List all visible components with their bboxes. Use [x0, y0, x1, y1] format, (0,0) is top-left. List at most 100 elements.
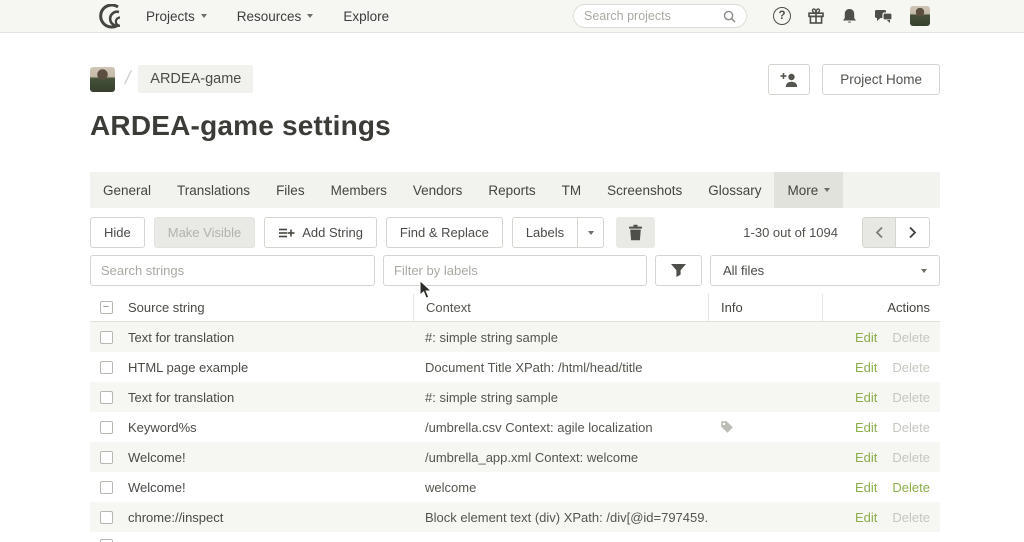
projects-search-input[interactable] [584, 9, 723, 23]
labels-dropdown-button[interactable] [578, 217, 604, 248]
source-string[interactable]: Welcome! [122, 480, 413, 495]
user-avatar[interactable] [910, 6, 930, 26]
row-checkbox[interactable] [100, 421, 113, 434]
tab-reports[interactable]: Reports [475, 172, 548, 208]
nav-explore[interactable]: Explore [343, 9, 389, 24]
label-tag-icon [720, 420, 734, 434]
search-strings-input[interactable] [90, 255, 375, 286]
pager [862, 217, 930, 248]
nav-projects-label: Projects [146, 9, 195, 24]
file-filter-value: All files [723, 263, 764, 278]
nav-resources[interactable]: Resources [237, 9, 314, 24]
make-visible-button[interactable]: Make Visible [154, 217, 255, 248]
tab-tm[interactable]: TM [549, 172, 595, 208]
crowdin-logo-icon[interactable] [88, 4, 124, 29]
messages-button[interactable] [874, 8, 893, 25]
breadcrumb-separator: / [123, 68, 133, 90]
col-actions: Actions [822, 294, 940, 322]
edit-link[interactable]: Edit [855, 420, 877, 435]
row-checkbox[interactable] [100, 481, 113, 494]
table-row: Text for translation #: simple string sa… [90, 322, 940, 352]
table-row: Welcome! /umbrella_app.xml Context: welc… [90, 442, 940, 472]
filter-labels-input[interactable] [383, 255, 647, 286]
nav-explore-label: Explore [343, 9, 389, 24]
tab-screenshots[interactable]: Screenshots [594, 172, 695, 208]
col-info[interactable]: Info [708, 294, 822, 322]
string-context: #: simple string sample [413, 390, 708, 405]
string-info [708, 420, 822, 434]
delete-link[interactable]: Delete [892, 390, 930, 405]
delete-link[interactable]: Delete [892, 510, 930, 525]
table-row: HTML page example Document Title XPath: … [90, 352, 940, 382]
strings-filters: All files [90, 255, 940, 286]
table-row-partial [90, 532, 940, 542]
gift-button[interactable] [807, 7, 825, 25]
col-source-string[interactable]: Source string [122, 300, 413, 315]
edit-link[interactable]: Edit [855, 330, 877, 345]
tab-translations[interactable]: Translations [164, 172, 263, 208]
edit-link[interactable]: Edit [855, 480, 877, 495]
delete-link[interactable]: Delete [892, 450, 930, 465]
notifications-button[interactable] [841, 7, 858, 25]
labels-button[interactable]: Labels [512, 217, 578, 248]
tab-general[interactable]: General [90, 172, 164, 208]
source-string[interactable]: Text for translation [122, 330, 413, 345]
edit-link[interactable]: Edit [855, 360, 877, 375]
project-owner-avatar[interactable] [90, 67, 115, 92]
messages-icon [874, 8, 893, 25]
delete-link[interactable]: Delete [892, 480, 930, 495]
advanced-filter-button[interactable] [655, 255, 702, 286]
add-string-button[interactable]: Add String [264, 217, 377, 248]
source-string[interactable]: HTML page example [122, 360, 413, 375]
string-context: /umbrella.csv Context: agile localizatio… [413, 420, 708, 435]
string-context: /umbrella_app.xml Context: welcome [413, 450, 708, 465]
prev-page-button[interactable] [862, 217, 896, 248]
row-checkbox[interactable] [100, 391, 113, 404]
find-replace-button[interactable]: Find & Replace [386, 217, 503, 248]
string-context: Document Title XPath: /html/head/title [413, 360, 708, 375]
trash-icon [628, 224, 643, 241]
delete-link[interactable]: Delete [892, 360, 930, 375]
labels-split-button: Labels [512, 217, 604, 248]
source-string[interactable]: Keyword%s [122, 420, 413, 435]
delete-link[interactable]: Delete [892, 420, 930, 435]
tab-vendors[interactable]: Vendors [400, 172, 476, 208]
source-string[interactable]: Welcome! [122, 450, 413, 465]
col-context[interactable]: Context [413, 294, 708, 322]
row-checkbox[interactable] [100, 361, 113, 374]
breadcrumb-project[interactable]: ARDEA-game [138, 65, 253, 93]
page-title: ARDEA-game settings [90, 110, 391, 142]
edit-link[interactable]: Edit [855, 510, 877, 525]
search-icon [723, 10, 736, 23]
source-string[interactable]: chrome://inspect [122, 510, 413, 525]
tab-more[interactable]: More [774, 172, 843, 208]
table-header: − Source string Context Info Actions [90, 294, 940, 322]
row-checkbox[interactable] [100, 331, 113, 344]
project-home-button[interactable]: Project Home [822, 64, 940, 95]
table-row: Text for translation #: simple string sa… [90, 382, 940, 412]
delete-strings-button[interactable] [616, 217, 655, 248]
row-checkbox[interactable] [100, 451, 113, 464]
tab-glossary[interactable]: Glossary [695, 172, 774, 208]
tab-members[interactable]: Members [318, 172, 400, 208]
delete-link[interactable]: Delete [892, 330, 930, 345]
table-row: Welcome! welcome EditDelete [90, 472, 940, 502]
nav-projects[interactable]: Projects [146, 9, 207, 24]
strings-table: − Source string Context Info Actions Tex… [90, 294, 940, 542]
edit-link[interactable]: Edit [855, 450, 877, 465]
tab-files[interactable]: Files [263, 172, 318, 208]
hide-button[interactable]: Hide [90, 217, 145, 248]
edit-link[interactable]: Edit [855, 390, 877, 405]
help-button[interactable]: ? [773, 7, 791, 25]
invite-user-button[interactable] [768, 64, 810, 95]
add-user-icon [779, 71, 799, 88]
string-context: #: simple string sample [413, 330, 708, 345]
source-string[interactable]: Text for translation [122, 390, 413, 405]
chevron-down-icon [921, 269, 927, 273]
help-glyph: ? [778, 10, 785, 22]
nav-resources-label: Resources [237, 9, 302, 24]
row-checkbox[interactable] [100, 511, 113, 524]
file-filter-select[interactable]: All files [710, 255, 940, 286]
next-page-button[interactable] [896, 217, 930, 248]
select-all-checkbox[interactable]: − [100, 301, 113, 314]
